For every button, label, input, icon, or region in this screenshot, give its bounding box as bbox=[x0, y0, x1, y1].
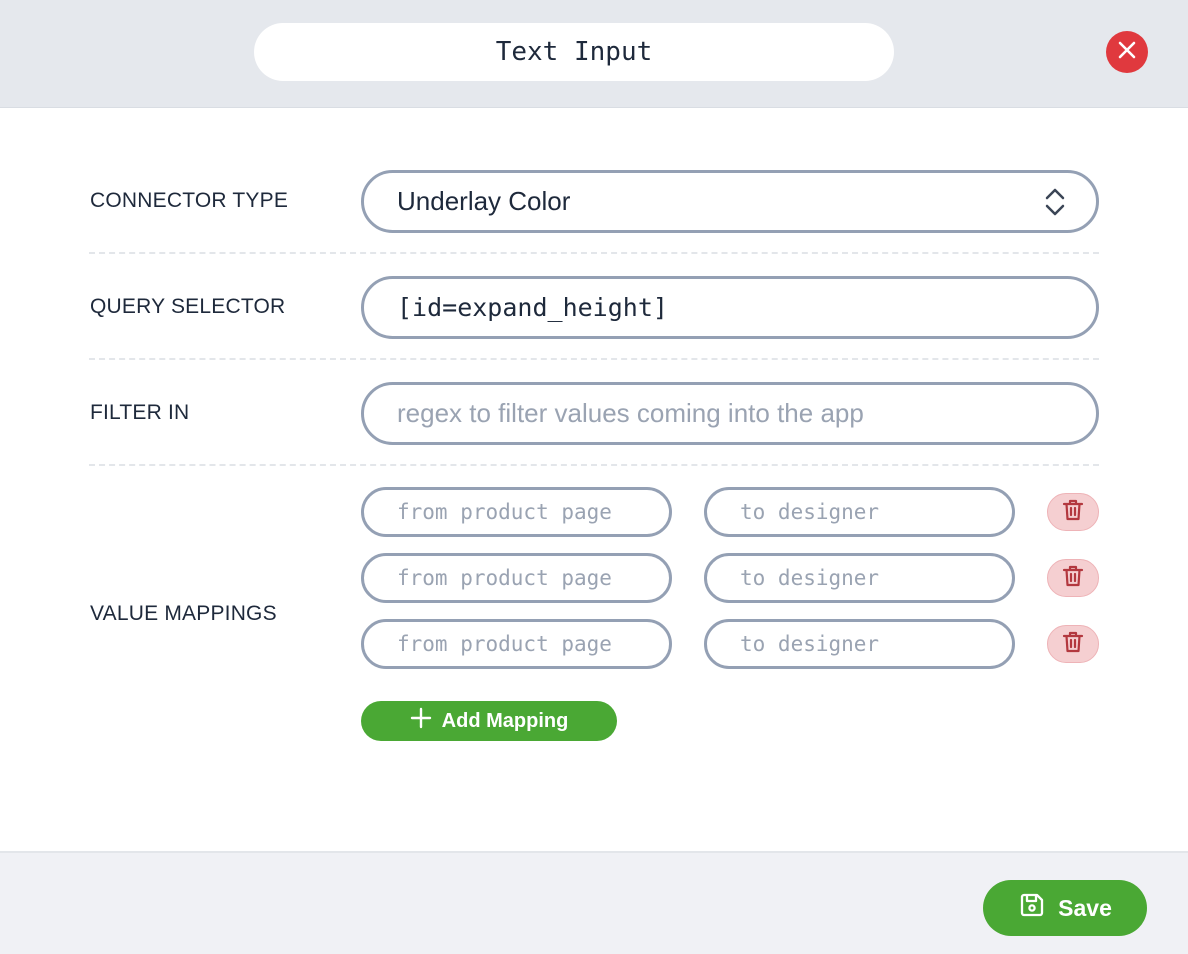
save-button[interactable]: Save bbox=[983, 880, 1147, 936]
connector-type-select[interactable]: Underlay Color bbox=[361, 170, 1099, 233]
query-selector-label: QUERY SELECTOR bbox=[90, 295, 286, 318]
save-label: Save bbox=[1058, 894, 1112, 921]
save-icon bbox=[1018, 891, 1046, 925]
mapping-from-input[interactable]: from product page bbox=[361, 487, 672, 537]
mapping-from-input[interactable]: from product page bbox=[361, 553, 672, 603]
query-selector-value: [id=expand_height] bbox=[397, 293, 668, 322]
query-selector-input[interactable]: [id=expand_height] bbox=[361, 276, 1099, 339]
modal-header: Text Input bbox=[0, 0, 1188, 108]
close-button[interactable] bbox=[1106, 31, 1148, 73]
row-divider bbox=[89, 252, 1099, 254]
row-divider bbox=[89, 464, 1099, 466]
close-icon bbox=[1117, 40, 1137, 65]
plus-icon bbox=[410, 707, 432, 735]
value-mappings-label: VALUE MAPPINGS bbox=[90, 602, 277, 625]
mapping-to-input[interactable]: to designer bbox=[704, 619, 1015, 669]
filter-in-label: FILTER IN bbox=[90, 401, 190, 424]
connector-type-value: Underlay Color bbox=[397, 186, 571, 216]
delete-mapping-button[interactable] bbox=[1047, 625, 1099, 663]
filter-in-input[interactable]: regex to filter values coming into the a… bbox=[361, 382, 1099, 445]
connector-type-label: CONNECTOR TYPE bbox=[90, 189, 289, 212]
modal-title: Text Input bbox=[254, 23, 894, 81]
trash-icon bbox=[1062, 564, 1084, 593]
row-divider bbox=[89, 358, 1099, 360]
mapping-to-input[interactable]: to designer bbox=[704, 487, 1015, 537]
add-mapping-label: Add Mapping bbox=[441, 709, 569, 732]
trash-icon bbox=[1062, 630, 1084, 659]
select-arrows-icon bbox=[1044, 187, 1066, 217]
delete-mapping-button[interactable] bbox=[1047, 493, 1099, 531]
filter-in-placeholder: regex to filter values coming into the a… bbox=[397, 398, 864, 428]
trash-icon bbox=[1062, 498, 1084, 527]
mapping-to-input[interactable]: to designer bbox=[704, 553, 1015, 603]
add-mapping-button[interactable]: Add Mapping bbox=[361, 701, 617, 741]
mapping-from-input[interactable]: from product page bbox=[361, 619, 672, 669]
delete-mapping-button[interactable] bbox=[1047, 559, 1099, 597]
